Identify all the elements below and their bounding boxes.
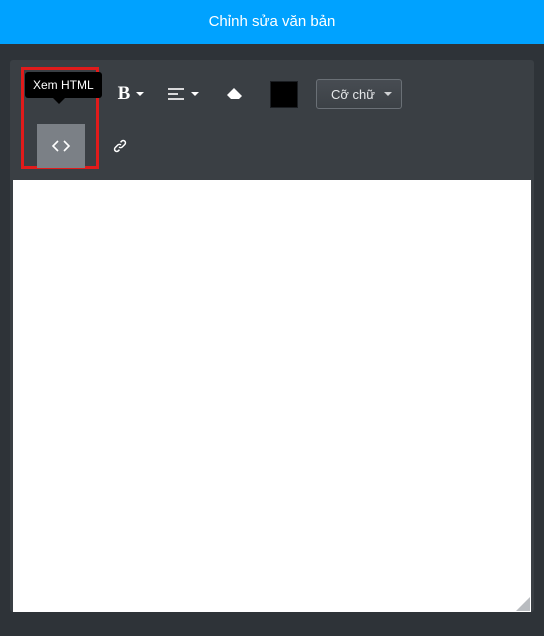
editor-panel: Xem HTML B bbox=[10, 60, 534, 612]
dialog-title: Chỉnh sửa văn bản bbox=[209, 13, 336, 30]
tooltip-label: Xem HTML bbox=[33, 78, 94, 92]
editor-wrap bbox=[13, 180, 531, 612]
clear-format-button[interactable] bbox=[218, 77, 252, 111]
caret-down-icon bbox=[191, 92, 199, 96]
editor-canvas[interactable] bbox=[13, 180, 531, 612]
resize-handle[interactable] bbox=[516, 597, 530, 611]
link-icon bbox=[112, 138, 128, 154]
eraser-icon bbox=[225, 87, 245, 101]
view-html-button[interactable] bbox=[37, 124, 85, 168]
bold-icon: B bbox=[118, 83, 131, 105]
link-button[interactable] bbox=[103, 129, 137, 163]
text-color-button[interactable] bbox=[270, 77, 298, 111]
font-size-label: Cỡ chữ bbox=[331, 87, 375, 102]
code-icon bbox=[51, 139, 71, 153]
align-left-icon bbox=[167, 87, 185, 101]
toolbar-row-2 bbox=[24, 122, 520, 170]
bold-dropdown[interactable]: B bbox=[114, 77, 148, 111]
color-swatch bbox=[270, 81, 298, 108]
caret-down-icon bbox=[136, 92, 144, 96]
dialog-header: Chỉnh sửa văn bản bbox=[0, 0, 544, 44]
align-dropdown[interactable] bbox=[166, 77, 200, 111]
tooltip-view-html: Xem HTML bbox=[25, 72, 102, 98]
font-size-dropdown[interactable]: Cỡ chữ bbox=[316, 79, 402, 109]
caret-down-icon bbox=[384, 92, 392, 96]
